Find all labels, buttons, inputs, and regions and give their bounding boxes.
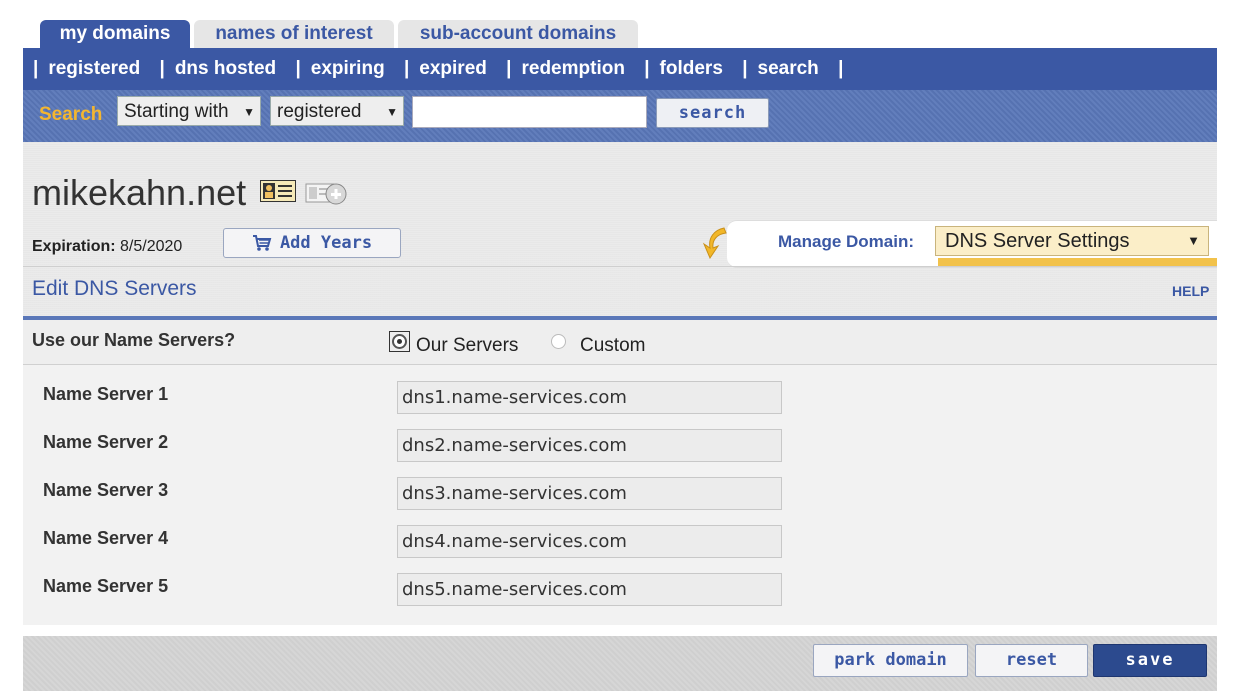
name-server-5-label: Name Server 5: [43, 576, 169, 596]
expiration-label: Expiration:: [32, 238, 116, 255]
search-scope-select[interactable]: registered ▼: [270, 96, 404, 126]
name-server-5-field[interactable]: dns5.name-services.com: [397, 573, 782, 606]
manage-accent-stripe: [938, 258, 1217, 266]
search-scope-value: registered: [277, 101, 362, 122]
nav-separator: |: [644, 58, 650, 79]
nav-separator: |: [403, 58, 410, 79]
nav-expiring[interactable]: expiring: [311, 58, 385, 79]
nav-separator: |: [33, 58, 39, 79]
tab-sub-account-domains[interactable]: sub-account domains: [398, 20, 638, 48]
manage-domain-select[interactable]: DNS Server Settings ▼: [935, 226, 1209, 256]
tab-my-domains[interactable]: my domains: [40, 20, 190, 48]
contact-card-icon[interactable]: [260, 180, 296, 202]
park-domain-button[interactable]: park domain: [813, 644, 968, 677]
search-input[interactable]: [412, 96, 647, 128]
search-mode-select[interactable]: Starting with ▼: [117, 96, 261, 126]
divider: [23, 266, 1217, 267]
nav-registered[interactable]: registered: [48, 58, 140, 79]
our-servers-radio[interactable]: [392, 334, 407, 349]
search-bar: Search Starting with ▼ registered ▼ sear…: [23, 90, 1217, 142]
nav-expired[interactable]: expired: [419, 58, 487, 79]
nav-redemption[interactable]: redemption: [521, 58, 624, 79]
custom-label[interactable]: Custom: [580, 335, 645, 357]
name-server-3-label: Name Server 3: [43, 480, 169, 500]
custom-radio[interactable]: [551, 334, 566, 349]
chevron-down-icon: ▼: [1187, 233, 1200, 248]
add-years-button[interactable]: Add Years: [223, 228, 401, 258]
help-link[interactable]: HELP: [1172, 283, 1209, 299]
curved-arrow-icon: [702, 227, 727, 260]
nav-separator: |: [295, 58, 301, 79]
domain-name: mikekahn.net: [32, 172, 247, 213]
expiration-date: 8/5/2020: [120, 238, 183, 255]
search-mode-value: Starting with: [124, 101, 229, 122]
name-server-4-label: Name Server 4: [43, 528, 169, 548]
nav-links: | registered | dns hosted | expiring | expir…: [33, 48, 853, 90]
chevron-down-icon: ▼: [243, 105, 255, 119]
use-name-servers-label: Use our Name Servers?: [32, 330, 236, 350]
nav-separator: |: [838, 58, 844, 79]
section-title: Edit DNS Servers: [32, 277, 197, 300]
name-server-4-field[interactable]: dns4.name-services.com: [397, 525, 782, 558]
domain-nav-bar: | registered | dns hosted | expiring | expir…: [23, 48, 1217, 90]
manage-domain-value: DNS Server Settings: [945, 230, 1130, 252]
add-photo-icon[interactable]: [305, 178, 347, 206]
tab-names-of-interest[interactable]: names of interest: [194, 20, 394, 48]
expiration: Expiration: 8/5/2020: [32, 238, 182, 256]
name-server-1-field[interactable]: dns1.name-services.com: [397, 381, 782, 414]
name-server-1-label: Name Server 1: [43, 384, 169, 404]
nav-separator: |: [742, 58, 748, 79]
nav-separator: |: [159, 58, 165, 79]
chevron-down-icon: ▼: [386, 105, 398, 119]
search-label: Search: [39, 104, 103, 125]
nav-search[interactable]: search: [758, 58, 819, 79]
name-server-2-field[interactable]: dns2.name-services.com: [397, 429, 782, 462]
search-button[interactable]: search: [656, 98, 769, 128]
nav-folders[interactable]: folders: [660, 58, 723, 79]
name-server-3-field[interactable]: dns3.name-services.com: [397, 477, 782, 510]
add-years-label: Add Years: [279, 233, 373, 253]
nav-separator: |: [506, 58, 512, 79]
reset-button[interactable]: reset: [975, 644, 1088, 677]
manage-domain-label: Manage Domain:: [778, 232, 915, 251]
save-button[interactable]: save: [1093, 644, 1207, 677]
name-server-2-label: Name Server 2: [43, 432, 169, 452]
our-servers-label[interactable]: Our Servers: [416, 335, 518, 357]
cart-icon: [252, 235, 272, 251]
nav-dns-hosted[interactable]: dns hosted: [175, 58, 276, 79]
